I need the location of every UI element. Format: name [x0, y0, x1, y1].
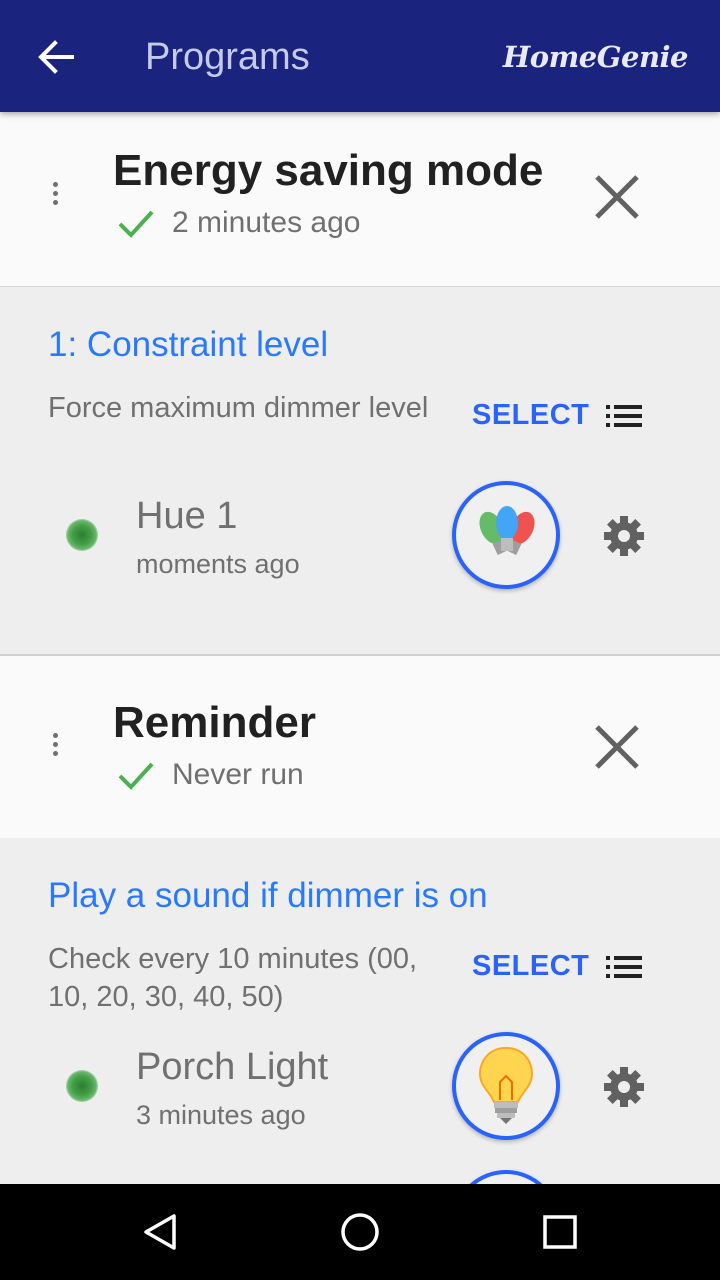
section-description: Force maximum dimmer level: [48, 392, 429, 424]
navigation-bar: [0, 1184, 720, 1280]
light-bulb-icon: [478, 1046, 534, 1124]
page-title: Programs: [145, 36, 310, 78]
section-title: 1: Constraint level: [48, 325, 329, 364]
select-button[interactable]: SELECT: [472, 399, 589, 432]
close-icon: [595, 175, 639, 219]
list-icon[interactable]: [604, 953, 644, 981]
program-title: Energy saving mode: [113, 146, 544, 195]
gear-icon: [604, 516, 644, 556]
device-time: moments ago: [136, 549, 300, 579]
device-icon-button[interactable]: [452, 481, 560, 589]
device-name: Hue 1: [136, 495, 238, 537]
list-icon[interactable]: [604, 402, 644, 430]
check-icon: [118, 762, 154, 790]
close-icon: [595, 725, 639, 769]
program-status: Never run: [172, 758, 304, 791]
back-button[interactable]: [28, 34, 84, 80]
settings-button[interactable]: [602, 514, 646, 558]
program-status: 2 minutes ago: [172, 206, 361, 239]
section-title: Play a sound if dimmer is on: [48, 876, 488, 915]
device-name: Porch Light: [136, 1046, 329, 1088]
nav-back-button[interactable]: [136, 1208, 184, 1256]
program-header: Energy saving mode 2 minutes ago: [0, 112, 720, 287]
home-circle-icon: [341, 1213, 379, 1251]
device-status-dot: [67, 520, 97, 550]
arrow-back-icon: [38, 40, 74, 74]
overflow-menu-button[interactable]: [40, 177, 70, 217]
close-button[interactable]: [588, 168, 646, 226]
device-icon-button[interactable]: [452, 1032, 560, 1140]
settings-button[interactable]: [602, 1065, 646, 1109]
brand-logo: HomeGenie: [502, 40, 689, 74]
select-button[interactable]: SELECT: [472, 950, 589, 983]
program-header: Reminder Never run: [0, 654, 720, 839]
nav-home-button[interactable]: [336, 1208, 384, 1256]
close-button[interactable]: [588, 718, 646, 776]
program-title: Reminder: [113, 698, 316, 747]
program-body: 1: Constraint level Force maximum dimmer…: [0, 287, 720, 647]
gear-icon: [604, 1067, 644, 1107]
app-bar: Programs HomeGenie: [0, 0, 720, 112]
section-description: Check every 10 minutes (00, 10, 20, 30, …: [48, 943, 418, 1013]
back-triangle-icon: [144, 1214, 176, 1250]
nav-recents-button[interactable]: [536, 1208, 584, 1256]
device-status-dot: [67, 1071, 97, 1101]
colored-bulbs-icon: [479, 506, 535, 555]
check-icon: [118, 210, 154, 238]
device-time: 3 minutes ago: [136, 1100, 306, 1130]
program-body: Play a sound if dimmer is on Check every…: [0, 838, 720, 1278]
overflow-menu-button[interactable]: [40, 728, 70, 768]
recents-square-icon: [543, 1215, 577, 1249]
